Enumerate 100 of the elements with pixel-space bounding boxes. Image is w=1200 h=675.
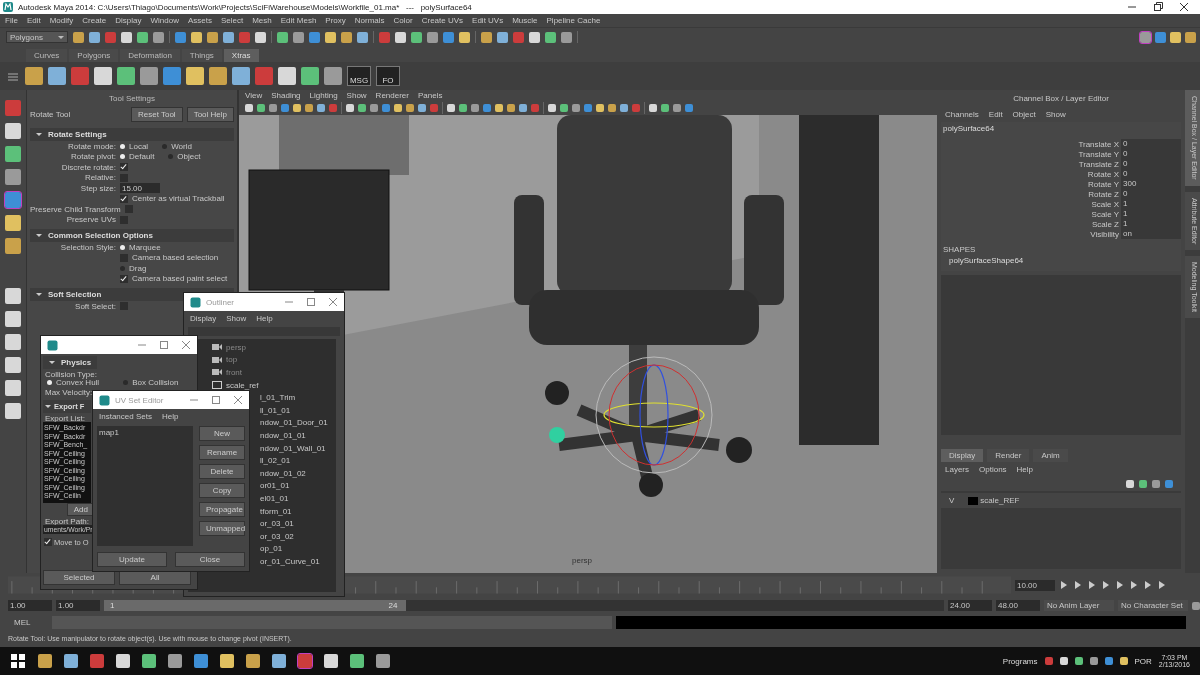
character-set-dropdown[interactable]: No Character Set: [1118, 600, 1188, 611]
shelf-icon[interactable]: [301, 67, 319, 85]
windows-start-icon[interactable]: [10, 653, 26, 669]
menu-item[interactable]: Color: [393, 16, 413, 25]
attribute-field[interactable]: 1: [1121, 219, 1181, 229]
checkbox[interactable]: [124, 205, 133, 214]
toolbar-icon[interactable]: [427, 31, 438, 43]
shelf-icon[interactable]: [278, 67, 296, 85]
toolbar-icon[interactable]: [545, 31, 556, 43]
outliner-item[interactable]: ll_02_01: [260, 456, 291, 466]
toolbar-icon[interactable]: [89, 31, 100, 43]
menu-item[interactable]: Shading: [271, 91, 301, 100]
uv-set-list[interactable]: map1: [97, 426, 193, 546]
radio-button[interactable]: Marquee: [120, 242, 161, 252]
menu-item[interactable]: Edit: [26, 16, 41, 25]
menu-item[interactable]: View: [245, 91, 263, 100]
uv-set-button[interactable]: Unmapped: [199, 521, 245, 536]
toolbar-icon[interactable]: [175, 31, 186, 43]
menu-item[interactable]: Lighting: [309, 91, 338, 100]
menu-item[interactable]: Modify: [49, 16, 74, 25]
checkbox[interactable]: Camera based selection: [120, 253, 219, 263]
shelf-tab[interactable]: Xtras: [223, 49, 259, 62]
attribute-field[interactable]: 300: [1121, 179, 1181, 189]
taskbar-app-icon[interactable]: [194, 654, 208, 668]
checkbox[interactable]: Center as virtual Trackball: [120, 194, 225, 204]
radio-button[interactable]: Default: [120, 152, 155, 162]
attribute-field[interactable]: 0: [1121, 149, 1181, 159]
toolbar-icon[interactable]: [255, 31, 266, 43]
toolbar-icon[interactable]: [277, 31, 288, 43]
menu-item[interactable]: Assets: [187, 16, 212, 25]
menu-item[interactable]: Help: [161, 412, 179, 421]
menu-item[interactable]: Window: [150, 16, 179, 25]
toolbar-icon[interactable]: [497, 31, 508, 43]
tool-icon[interactable]: [5, 215, 21, 231]
menu-item[interactable]: Instanced Sets: [99, 412, 152, 421]
toolbar-icon[interactable]: [561, 31, 572, 43]
outliner-item[interactable]: ndow_01_Wall_01: [260, 443, 326, 453]
script-language-toggle[interactable]: MEL: [8, 618, 48, 627]
range-start-field[interactable]: 1.00: [56, 600, 100, 611]
rotate-manipulator[interactable]: [549, 356, 713, 474]
layout-icon[interactable]: [1170, 31, 1181, 43]
shelf-icon[interactable]: [117, 67, 135, 85]
dialog-button[interactable]: Update: [97, 552, 167, 567]
menu-item[interactable]: Layers: [945, 465, 969, 474]
taskbar-app-icon[interactable]: [272, 654, 286, 668]
shelf-icon[interactable]: [186, 67, 204, 85]
range-end-field[interactable]: 24.00: [948, 600, 992, 611]
attribute-field[interactable]: 0: [1121, 139, 1181, 149]
toolbar-icon[interactable]: [191, 31, 202, 43]
settings-icon[interactable]: [1192, 601, 1200, 610]
toolbar-icon[interactable]: [443, 31, 454, 43]
shelf-tab[interactable]: Polygons: [69, 49, 119, 62]
radio-button[interactable]: Box Collision: [123, 378, 179, 387]
toolbar-icon[interactable]: [357, 31, 368, 43]
tool-icon[interactable]: [5, 192, 21, 208]
toolbar-icon[interactable]: [481, 31, 492, 43]
start-time-field[interactable]: 1.00: [8, 600, 52, 611]
taskbar-app-icon[interactable]: [324, 654, 338, 668]
attribute-field[interactable]: 1: [1121, 199, 1181, 209]
section-header[interactable]: Common Selection Options: [30, 229, 234, 242]
menu-item[interactable]: Display: [115, 16, 142, 25]
menu-item[interactable]: Channels: [945, 110, 979, 119]
toolbar-icon[interactable]: [341, 31, 352, 43]
menu-item[interactable]: Create: [82, 16, 107, 25]
radio-button[interactable]: Object: [168, 152, 201, 162]
outliner-item[interactable]: ll_01_01: [260, 405, 291, 415]
toolbar-icon[interactable]: [459, 31, 470, 43]
shelf-button[interactable]: FO: [376, 66, 400, 86]
menu-item[interactable]: File: [5, 16, 18, 25]
outliner-item[interactable]: scale_ref: [226, 380, 259, 390]
visibility-toggle[interactable]: V: [949, 496, 955, 505]
outliner-item[interactable]: l_01_Trim: [260, 393, 296, 403]
menu-item[interactable]: Help: [256, 314, 273, 323]
dialog-button[interactable]: Close: [175, 552, 245, 567]
shelf-button[interactable]: MSG: [347, 66, 371, 86]
attribute-field[interactable]: 1: [1121, 209, 1181, 219]
checkbox[interactable]: [120, 173, 128, 182]
menu-item[interactable]: Show: [346, 91, 367, 100]
maximize-icon[interactable]: [159, 340, 169, 350]
toolbar-icon[interactable]: [411, 31, 422, 43]
toolbar-icon[interactable]: [293, 31, 304, 43]
radio-button[interactable]: Local: [120, 141, 149, 151]
tool-button[interactable]: Tool Help: [186, 107, 234, 122]
taskbar-app-icon[interactable]: [38, 654, 52, 668]
input-language[interactable]: POR: [1134, 656, 1152, 666]
toolbar-icon[interactable]: [73, 31, 84, 43]
tool-button[interactable]: Reset Tool: [131, 107, 183, 122]
menu-item[interactable]: Muscle: [512, 16, 538, 25]
end-time-field[interactable]: 48.00: [996, 600, 1040, 611]
layer-row[interactable]: V scale_REF: [941, 493, 1181, 508]
checkbox[interactable]: Camera based paint select: [120, 274, 228, 284]
toolbar-icon[interactable]: [207, 31, 218, 43]
menu-item[interactable]: Renderer: [375, 91, 409, 100]
outliner-item[interactable]: el01_01: [260, 493, 289, 503]
filter-field[interactable]: [188, 327, 340, 336]
menu-set-dropdown[interactable]: Polygons: [6, 31, 68, 43]
menu-item[interactable]: Show: [226, 314, 247, 323]
taskbar-app-icon[interactable]: [350, 654, 364, 668]
range-slider-handle[interactable]: 1 24: [104, 600, 407, 611]
taskbar-app-icon[interactable]: [246, 654, 260, 668]
